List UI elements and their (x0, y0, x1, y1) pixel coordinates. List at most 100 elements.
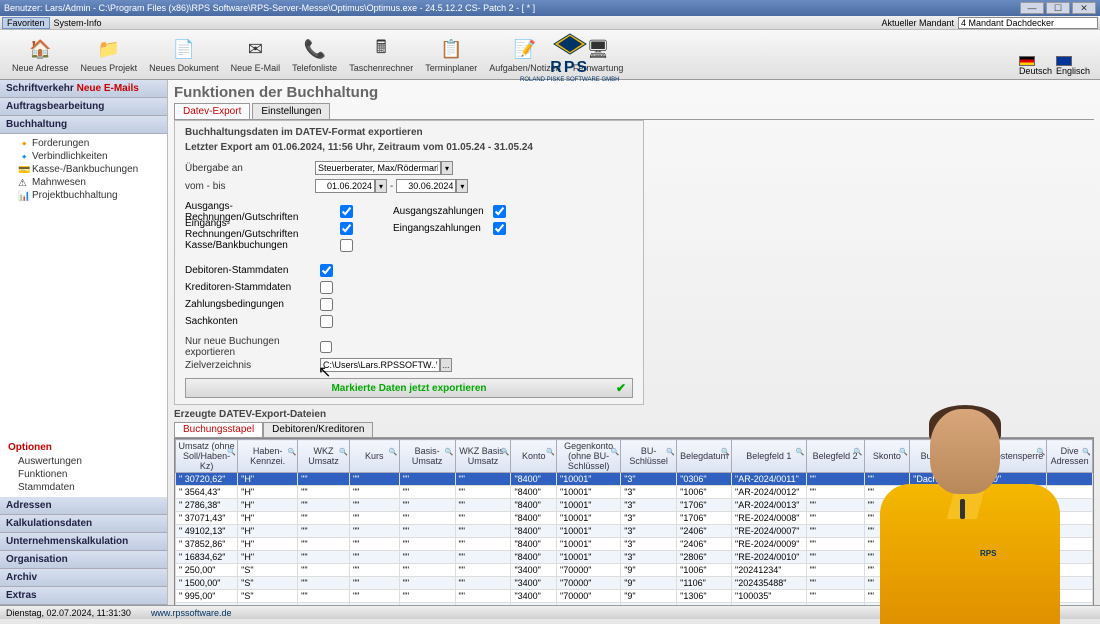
col-7[interactable]: Gegenkonto (ohne BU-Schlüssel)🔍 (557, 440, 621, 473)
col-15[interactable]: Dive Adressen🔍 (1047, 440, 1093, 473)
col-8[interactable]: BU-Schlüssel🔍 (621, 440, 677, 473)
cell (1047, 564, 1093, 577)
zielv-browse[interactable]: ... (440, 358, 452, 372)
cb2-Ausgangs[interactable] (493, 205, 506, 218)
tree-kasse--bankbuchungen[interactable]: 💳Kasse-/Bankbuchungen (4, 163, 163, 176)
table-row[interactable]: " 250,00""S""""""""""3400""70000""9""100… (176, 564, 1093, 577)
subtab-buchungsstapel[interactable]: Buchungsstapel (174, 422, 263, 437)
minimize-button[interactable]: — (1020, 2, 1044, 14)
cell: sanierung" (910, 538, 987, 551)
sort-icon: 🔍 (287, 448, 296, 456)
toolbar-neues-dokument[interactable]: 📄Neues Dokument (143, 35, 225, 75)
menubar: Favoriten System-Info Aktueller Mandant … (0, 16, 1100, 30)
maximize-button[interactable]: ☐ (1046, 2, 1070, 14)
uebergabe-input[interactable] (315, 161, 441, 175)
date-to-picker[interactable]: ▾ (456, 179, 468, 193)
cell: "" (806, 551, 864, 564)
sidebar-auftragsbearbeitung[interactable]: Auftragsbearbeitung (0, 98, 167, 116)
col-11[interactable]: Belegfeld 2🔍 (806, 440, 864, 473)
tab-datev-export[interactable]: Datev-Export (174, 103, 250, 119)
flag-de-icon[interactable] (1019, 56, 1035, 66)
col-4[interactable]: Basis-Umsatz🔍 (399, 440, 455, 473)
toolbar-neue-adresse[interactable]: 🏠Neue Adresse (6, 35, 75, 75)
sidebar-schriftverkehr[interactable]: Schriftverkehr Neue E-Mails (0, 80, 167, 98)
table-row[interactable]: " 2786,38""H""""""""""8400""10001""3""17… (176, 499, 1093, 512)
export-button[interactable]: Markierte Daten jetzt exportieren ✔ (185, 378, 633, 398)
toolbar-neues-projekt[interactable]: 📁Neues Projekt (75, 35, 144, 75)
generated-title: Erzeugte DATEV-Export-Dateien (174, 409, 1094, 420)
col-6[interactable]: Konto🔍 (511, 440, 557, 473)
menu-systeminfo[interactable]: System-Info (50, 18, 106, 28)
tree-icon: 🔹 (18, 152, 28, 162)
tab-einstellungen[interactable]: Einstellungen (252, 103, 330, 119)
mandant-select[interactable]: 4 Mandant Dachdecker (958, 17, 1098, 29)
toolbar-terminplaner[interactable]: 📋Terminplaner (419, 35, 483, 75)
table-row[interactable]: " 1500,00""S""""""""""3400""70000""9""11… (176, 577, 1093, 590)
cell: "S" (238, 603, 298, 606)
subtab-debitoren[interactable]: Debitoren/Kreditoren (263, 422, 373, 437)
cb-Debitore[interactable] (320, 264, 333, 277)
opt-funktionen[interactable]: Funktionen (8, 468, 159, 481)
col-2[interactable]: WKZ Umsatz🔍 (298, 440, 350, 473)
sidebar-buchhaltung[interactable]: Buchhaltung (0, 116, 167, 134)
cb-Zahlungs[interactable] (320, 298, 333, 311)
table-row[interactable]: " 37071,43""H""""""""""8400""10001""3""1… (176, 512, 1093, 525)
cb-Ausgangs[interactable] (340, 205, 353, 218)
flag-en-icon[interactable] (1056, 56, 1072, 66)
sidebar-kalkulationsdaten[interactable]: Kalkulationsdaten (0, 515, 167, 533)
toolbar-neue-e-mail[interactable]: ✉Neue E-Mail (225, 35, 287, 75)
uebergabe-dropdown[interactable]: ▾ (441, 161, 453, 175)
col-9[interactable]: Belegdatum🔍 (677, 440, 732, 473)
lang-de[interactable]: Deutsch (1019, 66, 1052, 76)
sidebar-archiv[interactable]: Archiv (0, 569, 167, 587)
table-row[interactable]: " 995,00""S""""""""""3400""70000""9""130… (176, 590, 1093, 603)
sidebar-emails[interactable]: Neue E-Mails (77, 83, 139, 94)
sidebar-extras[interactable]: Extras (0, 587, 167, 605)
lang-en[interactable]: Englisch (1056, 66, 1090, 76)
menu-favoriten[interactable]: Favoriten (2, 17, 50, 29)
tree-projektbuchhaltung[interactable]: 📊Projektbuchhaltung (4, 189, 163, 202)
toolbar-telefonliste[interactable]: 📞Telefonliste (286, 35, 343, 75)
col-5[interactable]: WKZ Basis-Umsatz🔍 (455, 440, 511, 473)
sidebar-organisation[interactable]: Organisation (0, 551, 167, 569)
toolbar-taschenrechner[interactable]: 🖩Taschenrechner (343, 35, 419, 75)
col-13[interactable]: Buchungstext🔍 (910, 440, 987, 473)
tree-forderungen[interactable]: 🔸Forderungen (4, 137, 163, 150)
opt-auswertungen[interactable]: Auswertungen (8, 455, 159, 468)
col-3[interactable]: Kurs🔍 (349, 440, 399, 473)
opt-stammdaten[interactable]: Stammdaten (8, 481, 159, 494)
table-row[interactable]: " 30720,62""H""""""""""8400""10001""3""0… (176, 473, 1093, 486)
nurneue-checkbox[interactable] (320, 341, 332, 353)
col-12[interactable]: Skonto🔍 (864, 440, 910, 473)
tree-verbindlichkeiten[interactable]: 🔹Verbindlichkeiten (4, 150, 163, 163)
sidebar: Schriftverkehr Neue E-Mails Auftragsbear… (0, 80, 168, 605)
zielv-input[interactable] (320, 358, 440, 372)
sidebar-unternehmenskalkulation[interactable]: Unternehmenskalkulation (0, 533, 167, 551)
cb2-Eingangs[interactable] (493, 222, 506, 235)
cell: "S" (238, 577, 298, 590)
cb-Eingangs[interactable] (340, 222, 353, 235)
cell: "" (349, 590, 399, 603)
cb-Kasse/Ba[interactable] (340, 239, 353, 252)
cb-Kreditor[interactable] (320, 281, 333, 294)
col-1[interactable]: Haben-Kennzei.🔍 (238, 440, 298, 473)
cell: "" (399, 551, 455, 564)
cb-Sachkont[interactable] (320, 315, 333, 328)
col-14[interactable]: Postensperre🔍 (986, 440, 1047, 473)
table-row[interactable]: " 37852,86""H""""""""""8400""10001""3""2… (176, 538, 1093, 551)
mandant-label: Aktueller Mandant (881, 18, 954, 28)
table-row[interactable]: " 49102,13""H""""""""""8400""10001""3""2… (176, 525, 1093, 538)
date-from-picker[interactable]: ▾ (375, 179, 387, 193)
date-to-input[interactable] (396, 179, 456, 193)
col-0[interactable]: Umsatz (ohne Soll/Haben-Kz)🔍 (176, 440, 238, 473)
table-row[interactable]: " 3564,43""H""""""""""8400""10001""3""10… (176, 486, 1093, 499)
cell (1047, 486, 1093, 499)
tree-mahnwesen[interactable]: ⚠Mahnwesen (4, 176, 163, 189)
col-10[interactable]: Belegfeld 1🔍 (732, 440, 807, 473)
table-row[interactable]: " 850,00""S""""""""""3400""70000""9""170… (176, 603, 1093, 606)
table-row[interactable]: " 16834,62""H""""""""""8400""10001""3""2… (176, 551, 1093, 564)
grid[interactable]: Umsatz (ohne Soll/Haben-Kz)🔍Haben-Kennze… (174, 438, 1094, 605)
date-from-input[interactable] (315, 179, 375, 193)
sidebar-adressen[interactable]: Adressen (0, 497, 167, 515)
close-button[interactable]: ✕ (1072, 2, 1096, 14)
